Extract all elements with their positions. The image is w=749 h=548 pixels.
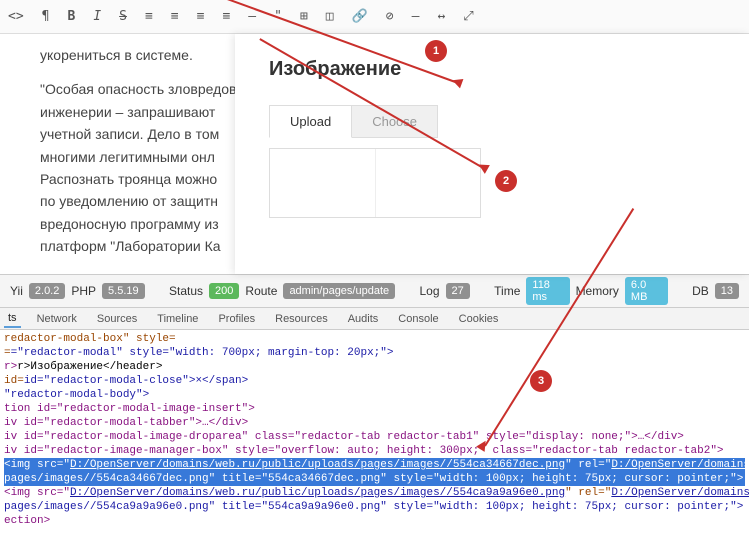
time-label: Time [494,284,520,298]
list-icon[interactable]: ≡ [145,9,153,24]
code-line[interactable]: ection> [4,515,50,527]
indent-icon[interactable]: ≡ [222,9,230,24]
table-icon[interactable]: ⊞ [300,9,308,24]
devtools-tabs: ts Network Sources Timeline Profiles Res… [0,308,749,330]
bold-icon[interactable]: B [67,9,75,24]
db-label: DB [692,284,709,298]
drop-cell[interactable] [376,149,481,217]
code-line[interactable]: id="redactor-modal-close">×</span> [24,375,248,387]
elements-panel[interactable]: redactor-modal-box" style= =="redactor-m… [0,330,749,548]
devtab-sources[interactable]: Sources [93,311,141,327]
code-line[interactable]: iv id="redactor-modal-tabber">…</div> [4,417,248,429]
editor-toolbar: <> ¶ B I S ≡ ≡ ≡ ≡ – " ⊞ ◫ 🔗 ⊘ — ↔ ⤢ [0,0,749,34]
align-icon[interactable]: ↔ [437,9,445,24]
code-line[interactable]: <img src="D:/OpenServer/domains/web.ru/p… [4,486,745,500]
time-badge: 118 ms [526,277,569,305]
pilcrow-icon[interactable]: ¶ [42,9,50,24]
php-version-badge: 5.5.19 [102,283,145,299]
dash-icon[interactable]: — [412,9,420,24]
outdent-icon[interactable]: ≡ [197,9,205,24]
hr-icon[interactable]: – [248,9,256,24]
fullscreen-icon[interactable]: ⤢ [463,9,473,24]
devtab-timeline[interactable]: Timeline [153,311,202,327]
image-drop-area[interactable] [269,148,481,218]
annotation-2: 2 [495,170,517,192]
modal-tabs: Upload Choose [269,105,715,138]
yii-label: Yii [10,284,23,298]
drop-cell[interactable] [270,149,376,217]
db-badge: 13 [715,283,739,299]
log-label: Log [420,284,440,298]
code-icon[interactable]: <> [8,9,24,24]
code-line[interactable]: tion id="redactor-modal-image-insert"> [4,403,255,415]
devtab-network[interactable]: Network [33,311,81,327]
annotation-3: 3 [530,370,552,392]
devtab-elements[interactable]: ts [4,310,21,328]
memory-badge: 6.0 MB [625,277,668,305]
code-line[interactable]: ="redactor-modal" style="width: 700px; m… [11,347,394,359]
code-line[interactable]: r>Изображение</header> [17,361,162,373]
route-label: Route [245,284,277,298]
code-line-selected[interactable]: <img src="D:/OpenServer/domains/web.ru/p… [4,458,745,472]
status-badge: 200 [209,283,239,299]
code-line[interactable]: iv id="redactor-image-manager-box" style… [4,445,724,457]
devtab-cookies[interactable]: Cookies [455,311,503,327]
log-badge: 27 [446,283,470,299]
code-line[interactable]: pages/images//554ca9a9a96e0.png" title="… [4,501,743,513]
unlink-icon[interactable]: ⊘ [386,9,394,24]
status-label: Status [169,284,203,298]
code-line[interactable]: redactor-modal-box" style= [4,333,176,345]
tab-upload[interactable]: Upload [269,105,352,138]
php-label: PHP [71,284,96,298]
code-line-selected[interactable]: pages/images//554ca34667dec.png" title="… [4,472,745,486]
devtab-profiles[interactable]: Profiles [214,311,259,327]
strike-icon[interactable]: S [119,9,127,24]
attach-icon[interactable]: ◫ [326,9,334,24]
annotation-1: 1 [425,40,447,62]
route-badge: admin/pages/update [283,283,395,299]
devtab-resources[interactable]: Resources [271,311,332,327]
devtab-audits[interactable]: Audits [344,311,383,327]
yii-version-badge: 2.0.2 [29,283,65,299]
code-line[interactable]: iv id="redactor-modal-image-droparea" cl… [4,431,684,443]
italic-icon[interactable]: I [93,9,101,24]
devtab-console[interactable]: Console [394,311,442,327]
link-icon[interactable]: 🔗 [352,9,368,24]
debug-toolbar: Yii 2.0.2 PHP 5.5.19 Status 200 Route ad… [0,274,749,308]
list2-icon[interactable]: ≡ [171,9,179,24]
code-line[interactable]: "redactor-modal-body"> [4,389,149,401]
modal-title: Изображение [269,58,715,81]
